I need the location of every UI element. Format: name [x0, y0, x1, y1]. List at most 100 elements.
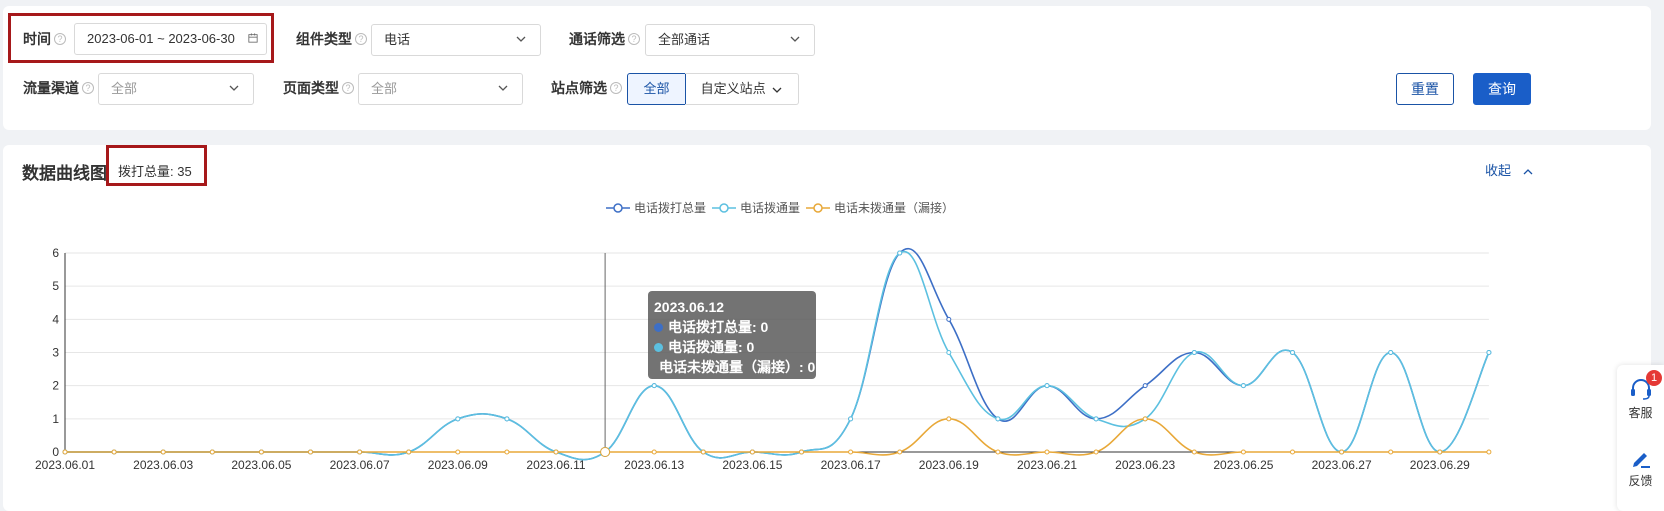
- data-point: [749, 449, 755, 455]
- time-label: 时间: [23, 31, 51, 47]
- data-point: [651, 449, 657, 455]
- filter-panel: 时间 ? 2023-06-01 ~ 2023-06-30 组件类型 ? 电话 通…: [3, 6, 1651, 130]
- site-filter-custom-label: 自定义站点: [700, 81, 766, 96]
- chart-tooltip: 2023.06.12 电话拨打总量: 0 电话拨通量: 0 电话未拨通量（漏接）…: [648, 291, 816, 379]
- data-point: [62, 449, 68, 455]
- time-help-icon[interactable]: ?: [54, 33, 66, 45]
- traffic-channel-help-icon[interactable]: ?: [82, 82, 94, 94]
- data-point: [1486, 350, 1492, 355]
- data-point: [1240, 449, 1246, 455]
- chevron-down-icon: [229, 85, 239, 91]
- feedback-label: 反馈: [1628, 474, 1653, 488]
- y-tick-label: 2: [52, 379, 59, 393]
- page-type-label: 页面类型: [283, 80, 339, 96]
- series-line-2: [64, 418, 1489, 456]
- line-chart: 0 1 2 3 4 5 6 2023.06.01 2023.06.03 2023.06.05 202…: [35, 246, 1492, 472]
- x-tick-label: 2023.06.17: [821, 458, 881, 472]
- data-point: [1437, 449, 1443, 455]
- chevron-down-icon: [516, 36, 526, 42]
- component-type-help-icon[interactable]: ?: [355, 33, 367, 45]
- site-filter-label: 站点筛选: [551, 80, 607, 96]
- data-point: [1044, 383, 1050, 389]
- x-tick-label: 2023.06.01: [35, 458, 95, 472]
- data-point: [1093, 416, 1099, 422]
- data-point: [1240, 383, 1246, 389]
- x-tick-label: 2023.06.29: [1410, 458, 1470, 472]
- notification-badge: 1: [1646, 370, 1662, 386]
- y-tick-label: 3: [52, 346, 59, 360]
- call-filter-value: 全部通话: [658, 32, 711, 47]
- call-filter-select[interactable]: 全部通话: [645, 24, 815, 56]
- chart-panel: 数据曲线图 拨打总量: 35 收起 电话拨打总量 电话拨通量 电话未拨通量（漏接…: [3, 145, 1651, 511]
- x-tick-label: 2023.06.11: [526, 458, 585, 472]
- page-type-help-icon[interactable]: ?: [342, 82, 354, 94]
- time-range-value: 2023-06-01 ~ 2023-06-30: [87, 31, 235, 46]
- data-point: [1486, 449, 1492, 455]
- x-tick-label: 2023.06.09: [428, 458, 488, 472]
- data-point: [995, 449, 1001, 455]
- data-point: [1339, 449, 1345, 455]
- customer-service-label: 客服: [1628, 406, 1653, 420]
- data-point: [1142, 383, 1148, 389]
- data-point: [600, 447, 611, 457]
- x-tick-label: 2023.06.13: [624, 458, 684, 472]
- feedback-button[interactable]: 反馈: [1617, 447, 1664, 502]
- data-point: [700, 449, 706, 455]
- query-button[interactable]: 查询: [1473, 73, 1531, 105]
- chevron-down-icon: [498, 85, 508, 91]
- data-point: [504, 416, 510, 422]
- data-point: [1290, 449, 1295, 455]
- data-point: [1290, 350, 1295, 355]
- reset-button[interactable]: 重置: [1396, 73, 1454, 105]
- call-filter-help-icon[interactable]: ?: [628, 33, 640, 45]
- customer-service-button[interactable]: 客服 1: [1617, 370, 1664, 437]
- x-tick-label: 2023.06.05: [231, 458, 291, 472]
- tooltip-row-total: 电话拨打总量: 0: [654, 317, 810, 337]
- call-filter-label: 通话筛选: [569, 31, 625, 47]
- data-point: [799, 449, 804, 455]
- x-tick-label: 2023.06.27: [1312, 458, 1372, 472]
- traffic-channel-placeholder: 全部: [111, 81, 138, 96]
- data-point: [1388, 350, 1394, 355]
- site-filter-help-icon[interactable]: ?: [610, 82, 622, 94]
- time-range-picker[interactable]: 2023-06-01 ~ 2023-06-30: [74, 23, 267, 55]
- data-point: [897, 449, 903, 455]
- data-point: [111, 449, 117, 455]
- tooltip-row-connected: 电话拨通量: 0: [654, 337, 810, 357]
- x-tick-label: 2023.06.19: [919, 458, 979, 472]
- data-point: [848, 416, 854, 422]
- data-point: [209, 449, 215, 455]
- chevron-down-icon: [790, 36, 800, 42]
- data-point: [1142, 416, 1148, 422]
- data-point: [946, 416, 952, 422]
- x-tick-label: 2023.06.21: [1017, 458, 1077, 472]
- side-widget: 客服 1 反馈: [1617, 365, 1664, 511]
- component-type-select[interactable]: 电话: [371, 24, 541, 56]
- data-point: [308, 449, 313, 455]
- x-tick-label: 2023.06.07: [330, 458, 390, 472]
- site-filter-all-button[interactable]: 全部: [627, 73, 686, 105]
- tooltip-text: 电话拨通量: 0: [668, 339, 755, 355]
- traffic-channel-select[interactable]: 全部: [98, 73, 254, 105]
- x-tick-label: 2023.06.23: [1115, 458, 1175, 472]
- data-point: [946, 350, 952, 355]
- tooltip-date: 2023.06.12: [654, 299, 725, 315]
- y-tick-label: 1: [52, 412, 59, 426]
- site-filter-custom-button[interactable]: 自定义站点: [685, 73, 799, 105]
- y-tick-label: 6: [52, 246, 59, 260]
- y-tick-label: 0: [52, 445, 59, 459]
- data-point: [406, 449, 412, 455]
- data-point: [1191, 449, 1197, 455]
- pencil-icon: [1632, 453, 1650, 468]
- data-point: [455, 449, 461, 455]
- tooltip-text: 电话未拨通量（漏接）: 0: [659, 359, 816, 375]
- traffic-channel-label: 流量渠道: [23, 80, 79, 96]
- data-point: [258, 449, 264, 455]
- data-point: [1191, 350, 1197, 355]
- page-type-placeholder: 全部: [371, 81, 398, 96]
- x-tick-label: 2023.06.25: [1213, 458, 1273, 472]
- data-point: [1044, 449, 1050, 455]
- data-point: [897, 250, 903, 256]
- y-tick-label: 4: [52, 312, 59, 326]
- page-type-select[interactable]: 全部: [358, 73, 523, 105]
